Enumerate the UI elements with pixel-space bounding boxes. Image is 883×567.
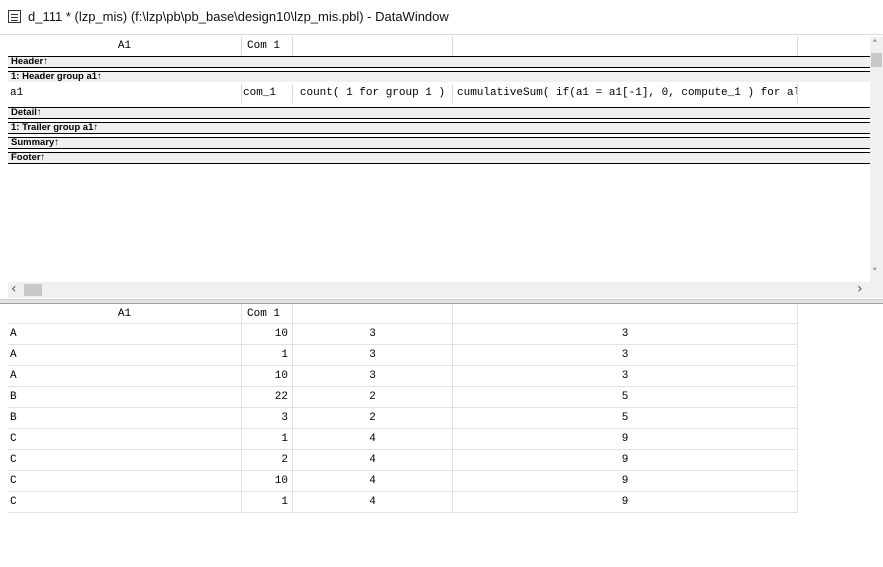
cell-count[interactable]: 4 <box>293 492 452 513</box>
table-row[interactable]: C149 <box>8 429 798 450</box>
band-footer[interactable]: Footer↑ <box>8 152 870 163</box>
cell-count[interactable]: 3 <box>293 324 452 345</box>
cell-a1[interactable]: B <box>8 387 241 408</box>
grid-row-line <box>8 470 798 471</box>
cell-count[interactable]: 2 <box>293 408 452 429</box>
grid-row-line <box>8 365 798 366</box>
band-summary[interactable]: Summary↑ <box>8 137 870 148</box>
table-row[interactable]: C249 <box>8 450 798 471</box>
group-header-row: a1 com_1 count( 1 for group 1 ) cumulati… <box>8 84 870 103</box>
field-a1[interactable]: a1 <box>10 84 240 103</box>
cell-cumsum[interactable]: 3 <box>453 366 797 387</box>
band-detail[interactable]: Detail↑ <box>8 107 870 118</box>
preview-header-com1: Com 1 <box>247 308 281 320</box>
table-row[interactable]: C149 <box>8 492 798 513</box>
scroll-down-icon[interactable]: ˅ <box>872 267 878 278</box>
scroll-left-icon[interactable]: ‹ <box>11 282 17 296</box>
cell-com1[interactable]: 1 <box>242 345 292 366</box>
vertical-scrollbar[interactable]: ˄ ˅ <box>870 37 883 282</box>
cell-count[interactable]: 3 <box>293 345 452 366</box>
grid-row-line <box>8 512 798 513</box>
grid-row-line <box>8 491 798 492</box>
grid-row-line <box>8 386 798 387</box>
cell-cumsum[interactable]: 9 <box>453 492 797 513</box>
cell-count[interactable]: 4 <box>293 471 452 492</box>
header-labels-row: A1 Com 1 <box>8 37 870 56</box>
cell-com1[interactable]: 10 <box>242 471 292 492</box>
grid-column-line <box>292 304 293 513</box>
grid-row-line <box>8 449 798 450</box>
preview-pane[interactable]: A1 Com 1 A 10 3 3 A 1 3 3 A 10 3 3 B 22 2 5 B 3 2 5 C 1 4 9 C 2 4 9… <box>8 304 883 567</box>
cell-com1[interactable]: 10 <box>242 324 292 345</box>
grid-column-line <box>452 304 453 513</box>
table-row[interactable]: A 10 3 3 <box>8 324 798 345</box>
cell-cumsum[interactable]: 9 <box>453 450 797 471</box>
grid-row-line <box>8 428 798 429</box>
preview-header-row: A1 Com 1 <box>8 304 798 325</box>
cell-cumsum[interactable]: 3 <box>453 345 797 366</box>
cell-a1[interactable]: C <box>8 471 241 492</box>
table-row[interactable]: C 10 4 9 <box>8 471 798 492</box>
design-pane[interactable]: A1 Com 1 Header↑ 1: Header group a1↑ a1 … <box>8 37 870 295</box>
cell-cumsum[interactable]: 5 <box>453 408 797 429</box>
compute-count[interactable]: count( 1 for group 1 ) <box>293 84 452 103</box>
scroll-right-icon[interactable]: › <box>857 282 863 296</box>
header-label-a1[interactable]: A1 <box>8 37 241 56</box>
cell-cumsum[interactable]: 9 <box>453 429 797 450</box>
cell-com1[interactable]: 1 <box>242 429 292 450</box>
field-com1[interactable]: com_1 <box>243 84 291 103</box>
cell-a1[interactable]: B <box>8 408 241 429</box>
grid-row-line <box>8 344 798 345</box>
window-title: d_111 * (lzp_mis) (f:\lzp\pb\pb_base\des… <box>28 9 449 24</box>
horizontal-scrollbar[interactable]: ‹ › <box>8 282 870 298</box>
grid-row-line <box>8 407 798 408</box>
cell-com1[interactable]: 3 <box>242 408 292 429</box>
horizontal-scroll-thumb[interactable] <box>24 284 42 296</box>
vertical-scroll-thumb[interactable] <box>871 53 882 67</box>
cell-a1[interactable]: C <box>8 492 241 513</box>
cell-cumsum[interactable]: 3 <box>453 324 797 345</box>
cell-count[interactable]: 4 <box>293 450 452 471</box>
band-header[interactable]: Header↑ <box>8 56 870 67</box>
table-row[interactable]: B325 <box>8 408 798 429</box>
scrollbar-corner <box>870 282 883 298</box>
cell-a1[interactable]: C <box>8 450 241 471</box>
cell-com1[interactable]: 2 <box>242 450 292 471</box>
cell-count[interactable]: 2 <box>293 387 452 408</box>
grid-column-line <box>797 304 798 513</box>
datawindow-icon <box>8 10 21 23</box>
table-row[interactable]: B 22 2 5 <box>8 387 798 408</box>
cell-a1[interactable]: C <box>8 429 241 450</box>
cell-com1[interactable]: 10 <box>242 366 292 387</box>
table-row[interactable]: A 10 3 3 <box>8 366 798 387</box>
cell-cumsum[interactable]: 5 <box>453 387 797 408</box>
cell-com1[interactable]: 22 <box>242 387 292 408</box>
compute-cumulative-sum[interactable]: cumulativeSum( if(a1 = a1[-1], 0, comput… <box>457 84 797 103</box>
cell-count[interactable]: 4 <box>293 429 452 450</box>
cell-cumsum[interactable]: 9 <box>453 471 797 492</box>
cell-a1[interactable]: A <box>8 324 241 345</box>
table-row[interactable]: A133 <box>8 345 798 366</box>
grid-row-line <box>8 323 798 324</box>
preview-header-a1: A1 <box>117 308 132 320</box>
header-label-com1[interactable]: Com 1 <box>242 37 292 56</box>
title-bar: d_111 * (lzp_mis) (f:\lzp\pb\pb_base\des… <box>0 0 883 35</box>
grid-column-line <box>241 304 242 513</box>
cell-com1[interactable]: 1 <box>242 492 292 513</box>
cell-a1[interactable]: A <box>8 345 241 366</box>
band-header-group[interactable]: 1: Header group a1↑ <box>8 71 870 82</box>
scroll-up-icon[interactable]: ˄ <box>872 39 878 50</box>
band-trailer-group[interactable]: 1: Trailer group a1↑ <box>8 122 870 133</box>
cell-count[interactable]: 3 <box>293 366 452 387</box>
cell-a1[interactable]: A <box>8 366 241 387</box>
